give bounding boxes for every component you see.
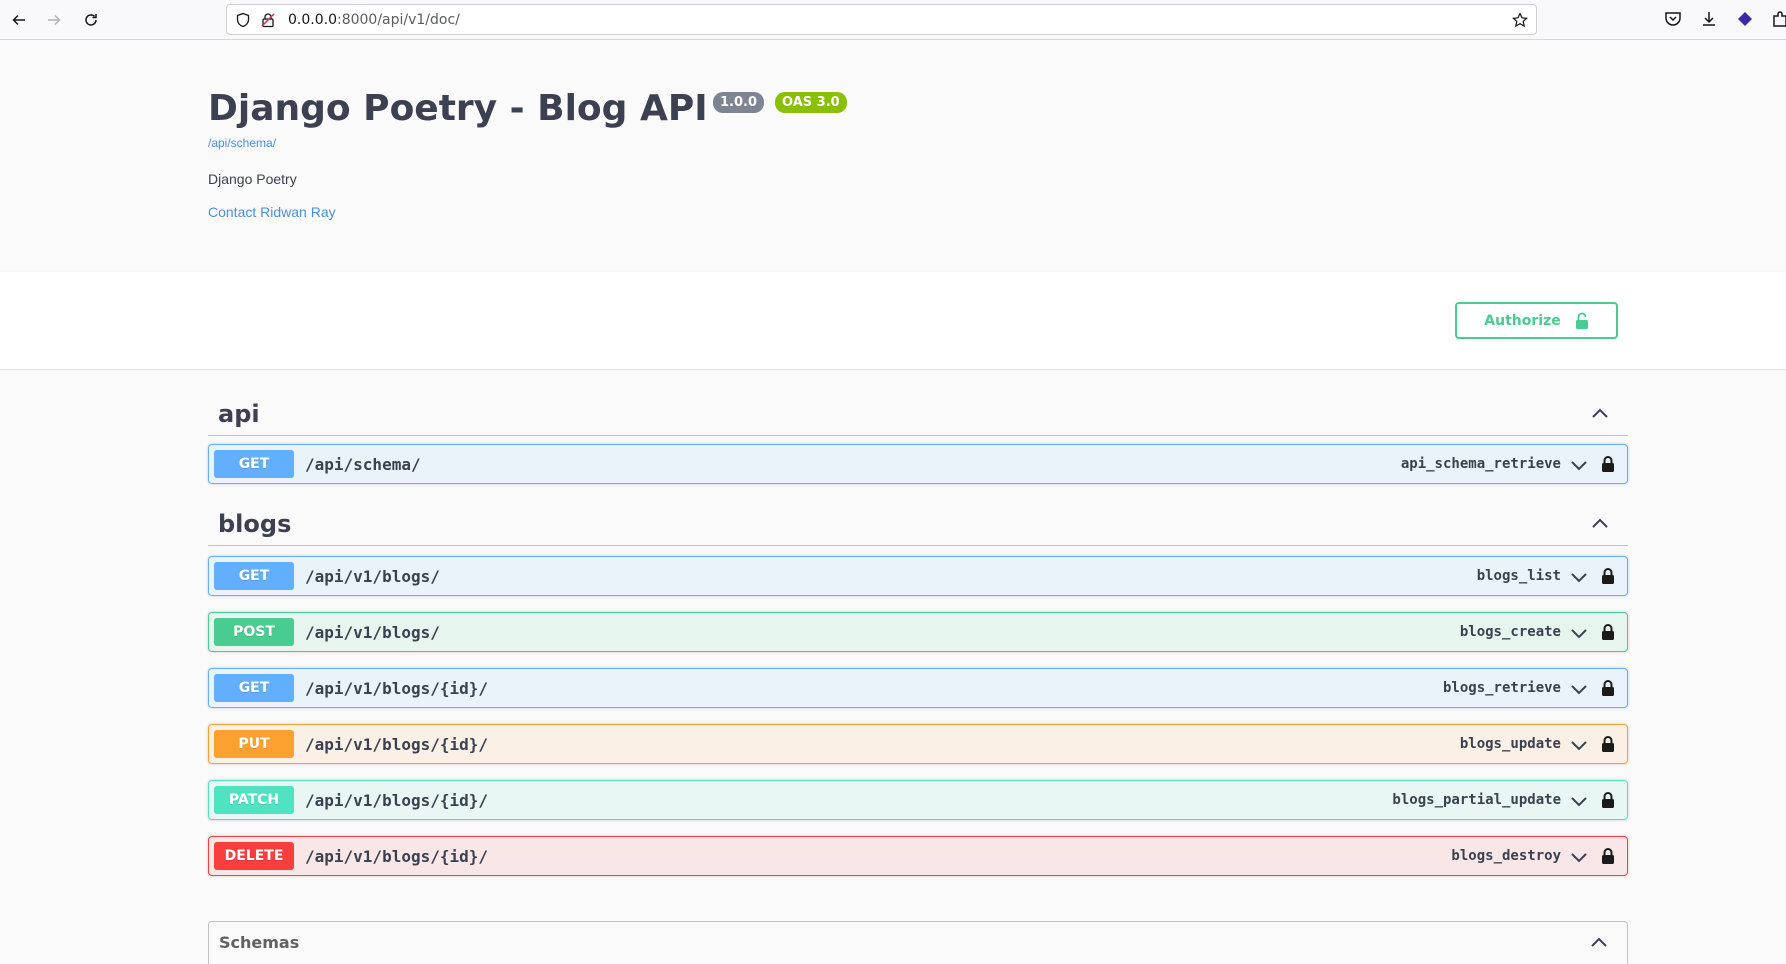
operation-row[interactable]: DELETE /api/v1/blogs/{id}/ blogs_destroy: [208, 836, 1628, 876]
download-icon[interactable]: [1699, 9, 1719, 29]
lock-icon[interactable]: [1598, 454, 1618, 474]
operation-path: /api/v1/blogs/: [305, 623, 440, 642]
operation-path: /api/v1/blogs/: [305, 567, 440, 586]
lock-icon[interactable]: [1598, 846, 1618, 866]
contact-link[interactable]: Contact Ridwan Ray: [208, 204, 336, 220]
operation-row[interactable]: POST /api/v1/blogs/ blogs_create: [208, 612, 1628, 652]
operation-id: blogs_partial_update: [1392, 792, 1561, 808]
api-title: Django Poetry - Blog API: [208, 88, 708, 129]
pocket-icon[interactable]: [1663, 9, 1683, 29]
insecure-lock-icon[interactable]: [260, 12, 276, 28]
chevron-down-icon[interactable]: [1569, 679, 1589, 699]
api-info-section: Django Poetry - Blog API 1.0.0 OAS 3.0 /…: [0, 40, 1786, 272]
unlocked-icon: [1575, 312, 1588, 329]
lock-icon[interactable]: [1598, 566, 1618, 586]
lock-icon[interactable]: [1598, 678, 1618, 698]
method-badge: POST: [214, 618, 294, 646]
chevron-up-icon[interactable]: [1589, 933, 1609, 953]
operation-row[interactable]: GET /api/v1/blogs/ blogs_list: [208, 556, 1628, 596]
operation-path: /api/v1/blogs/{id}/: [305, 847, 489, 866]
chevron-down-icon[interactable]: [1569, 567, 1589, 587]
method-badge: DELETE: [214, 842, 294, 870]
operation-row[interactable]: GET /api/v1/blogs/{id}/ blogs_retrieve: [208, 668, 1628, 708]
url-text[interactable]: 0.0.0.0:8000/api/v1/doc/: [288, 12, 460, 28]
browser-toolbar: 0.0.0.0:8000/api/v1/doc/: [0, 0, 1786, 40]
lock-icon[interactable]: [1598, 790, 1618, 810]
operation-path: /api/v1/blogs/{id}/: [305, 679, 489, 698]
extensions-puzzle-icon[interactable]: [1770, 9, 1786, 29]
api-description: Django Poetry: [208, 171, 297, 187]
operation-id: api_schema_retrieve: [1400, 456, 1561, 472]
tag-name: api: [218, 400, 260, 428]
oas-badge: OAS 3.0: [775, 92, 847, 113]
chevron-down-icon[interactable]: [1569, 791, 1589, 811]
schemas-section[interactable]: Schemas: [208, 921, 1628, 964]
operation-row[interactable]: PATCH /api/v1/blogs/{id}/ blogs_partial_…: [208, 780, 1628, 820]
auth-container: Authorize: [0, 272, 1786, 370]
operation-row[interactable]: GET /api/schema/ api_schema_retrieve: [208, 444, 1628, 484]
reload-icon[interactable]: [79, 8, 103, 32]
shield-icon[interactable]: [235, 12, 251, 28]
operation-id: blogs_list: [1476, 568, 1561, 584]
method-badge: GET: [214, 674, 294, 702]
operation-id: blogs_update: [1459, 736, 1561, 752]
method-badge: PUT: [214, 730, 294, 758]
authorize-label: Authorize: [1484, 312, 1561, 329]
operation-path: /api/v1/blogs/{id}/: [305, 791, 489, 810]
extension-icon[interactable]: [1735, 9, 1755, 29]
authorize-button[interactable]: Authorize: [1455, 302, 1618, 339]
schemas-title: Schemas: [219, 933, 300, 952]
schema-link[interactable]: /api/schema/: [208, 136, 276, 150]
chevron-down-icon[interactable]: [1569, 847, 1589, 867]
forward-arrow-icon[interactable]: [42, 8, 66, 32]
chevron-up-icon[interactable]: [1590, 404, 1610, 424]
tag-header-api[interactable]: api: [208, 390, 1628, 436]
chevron-down-icon[interactable]: [1569, 455, 1589, 475]
lock-icon[interactable]: [1598, 734, 1618, 754]
back-arrow-icon[interactable]: [7, 8, 31, 32]
method-badge: GET: [214, 450, 294, 478]
method-badge: GET: [214, 562, 294, 590]
tag-header-blogs[interactable]: blogs: [208, 500, 1628, 546]
address-bar[interactable]: 0.0.0.0:8000/api/v1/doc/: [226, 4, 1537, 35]
lock-icon[interactable]: [1598, 622, 1618, 642]
operation-id: blogs_destroy: [1451, 848, 1561, 864]
operation-id: blogs_create: [1459, 624, 1561, 640]
bookmark-star-icon[interactable]: [1512, 12, 1528, 28]
tag-name: blogs: [218, 510, 292, 538]
operation-row[interactable]: PUT /api/v1/blogs/{id}/ blogs_update: [208, 724, 1628, 764]
version-badge: 1.0.0: [713, 92, 765, 113]
operation-path: /api/v1/blogs/{id}/: [305, 735, 489, 754]
chevron-up-icon[interactable]: [1590, 514, 1610, 534]
operation-path: /api/schema/: [305, 455, 421, 474]
chevron-down-icon[interactable]: [1569, 623, 1589, 643]
method-badge: PATCH: [214, 786, 294, 814]
chevron-down-icon[interactable]: [1569, 735, 1589, 755]
operation-id: blogs_retrieve: [1442, 680, 1561, 696]
